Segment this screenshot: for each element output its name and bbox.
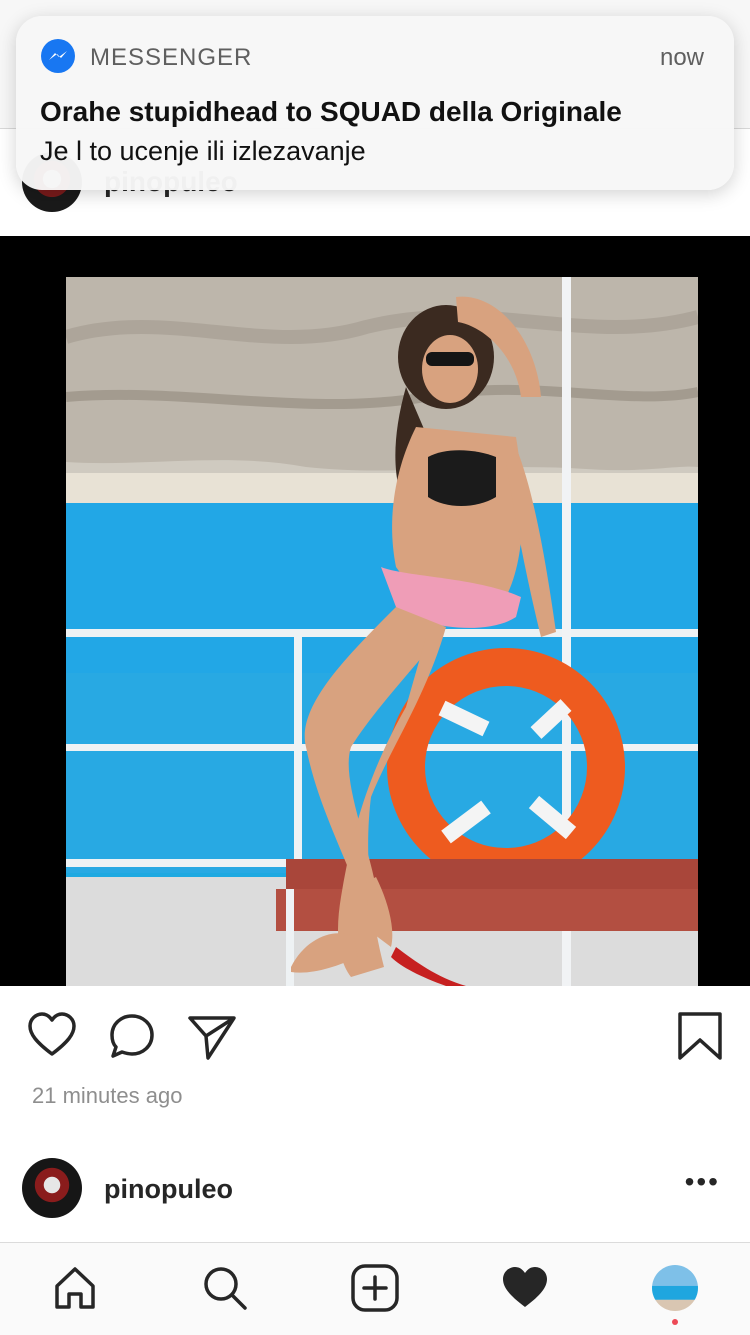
avatar[interactable]	[22, 1158, 82, 1218]
post-image-frame[interactable]	[0, 236, 750, 986]
comment-icon[interactable]	[106, 1010, 158, 1062]
notification-title: Orahe stupidhead to SQUAD della Original…	[40, 96, 622, 127]
next-post-header: pinopuleo •••	[0, 1152, 750, 1232]
profile-avatar[interactable]	[652, 1265, 698, 1311]
post-photo[interactable]	[66, 277, 698, 986]
search-icon[interactable]	[200, 1263, 250, 1313]
activity-heart-icon[interactable]	[500, 1263, 550, 1313]
more-options-icon[interactable]: •••	[685, 1166, 720, 1198]
home-icon[interactable]	[50, 1263, 100, 1313]
notification-body: Je l to ucenje ili izlezavanje	[40, 136, 366, 166]
post-actions	[0, 1000, 750, 1070]
add-post-icon[interactable]	[350, 1263, 400, 1313]
messenger-icon	[41, 39, 75, 73]
bookmark-icon[interactable]	[674, 1010, 726, 1062]
notification-app-name: MESSENGER	[90, 44, 253, 71]
bottom-tab-bar	[0, 1242, 750, 1335]
notification-time: now	[659, 44, 704, 71]
post-timestamp: 21 minutes ago	[32, 1083, 183, 1108]
notification-dot	[672, 1319, 678, 1325]
share-icon[interactable]	[186, 1010, 238, 1062]
heart-icon[interactable]	[26, 1010, 78, 1062]
messenger-notification[interactable]: MESSENGER now Orahe stupidhead to SQUAD …	[16, 16, 734, 190]
post-username[interactable]: pinopuleo	[104, 1174, 233, 1205]
